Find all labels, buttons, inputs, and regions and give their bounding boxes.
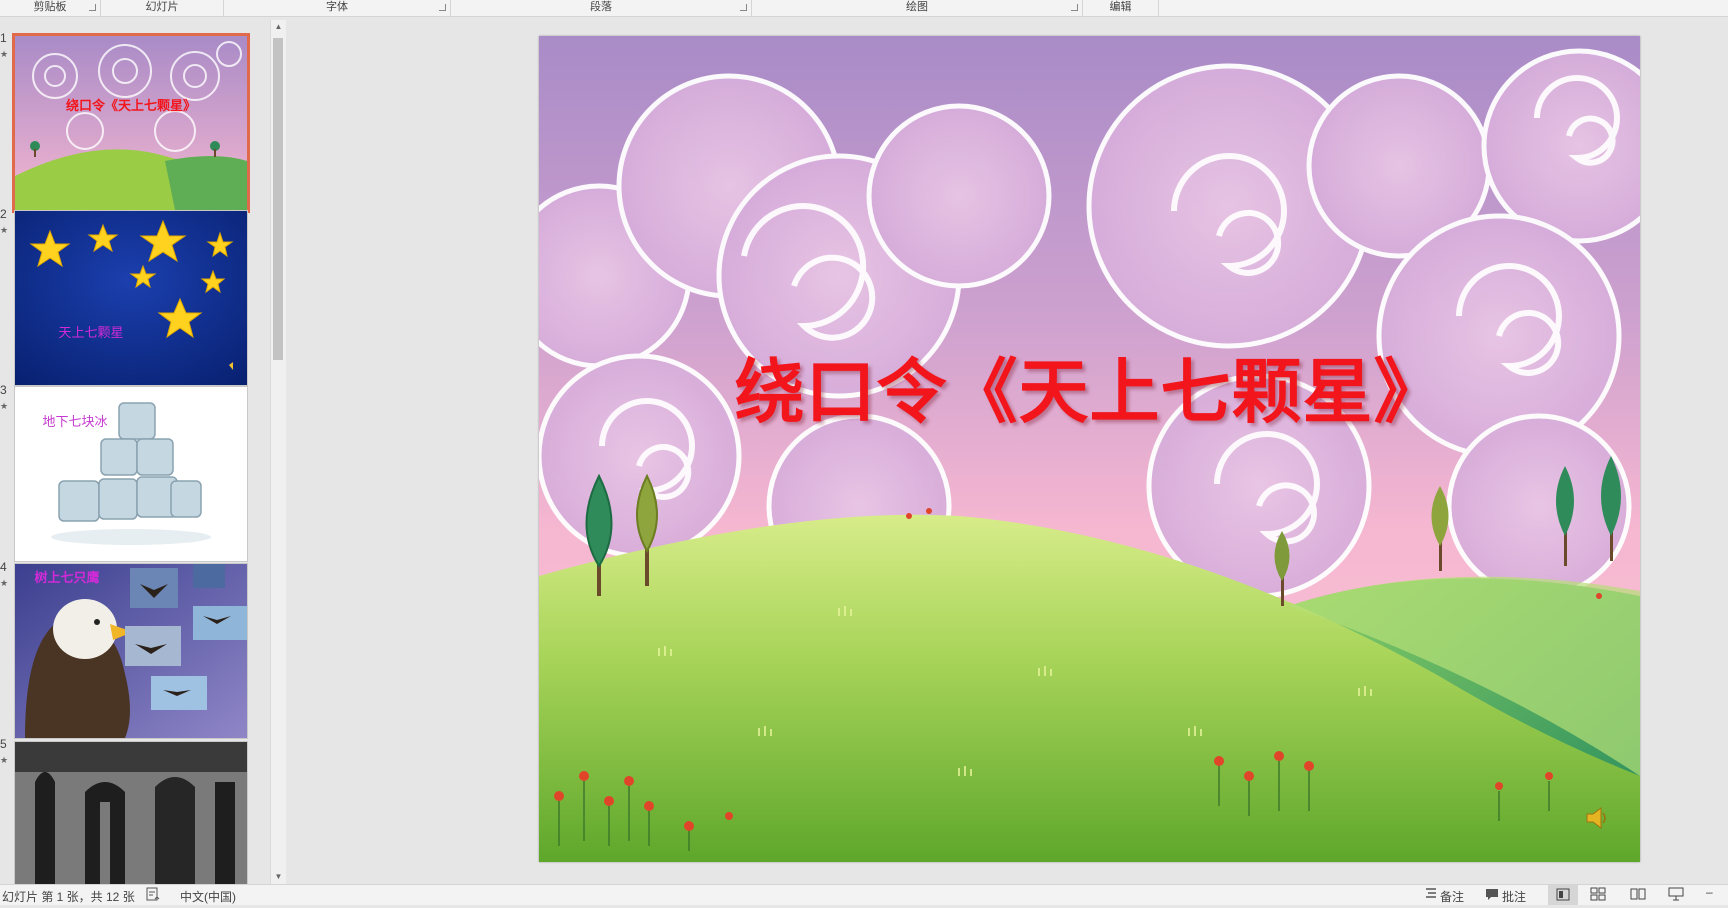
notes-button[interactable]: 备注 bbox=[1440, 888, 1464, 905]
thumbnail-4-art: 树上七只鹰 bbox=[15, 564, 247, 738]
ribbon-group-drawing: 绘图 bbox=[752, 0, 1083, 16]
spellcheck-icon[interactable] bbox=[146, 887, 160, 904]
ribbon-group-label: 段落 bbox=[590, 1, 612, 13]
animation-star-icon: ★ bbox=[0, 401, 9, 411]
slide-background-art bbox=[539, 36, 1640, 862]
thumbnail-number: 1 bbox=[0, 31, 7, 45]
language-indicator[interactable]: 中文(中国) bbox=[180, 888, 236, 905]
thumbnail-1-art: 绕口令《天上七颗星》 bbox=[15, 36, 247, 210]
ribbon-group-editing: 编辑 bbox=[1083, 0, 1159, 16]
slide-thumbnail-2[interactable]: 天上七颗星 bbox=[14, 210, 248, 386]
animation-star-icon: ★ bbox=[0, 225, 9, 235]
slide-counter: 幻灯片 第 1 张，共 12 张 bbox=[2, 890, 135, 904]
normal-view-button[interactable] bbox=[1548, 885, 1578, 905]
dialog-launcher-icon[interactable] bbox=[89, 4, 96, 11]
thumbnail-scrollbar[interactable]: ▲ ▼ bbox=[270, 20, 286, 884]
slide-thumbnail-1[interactable]: 绕口令《天上七颗星》 bbox=[12, 33, 250, 213]
slideshow-view-icon[interactable] bbox=[1668, 887, 1684, 904]
ribbon-group-label: 剪贴板 bbox=[33, 1, 67, 13]
notes-icon[interactable] bbox=[1425, 887, 1437, 904]
thumbnail-3-art: 地下七块冰 bbox=[15, 387, 247, 561]
thumbnail-2-art: 天上七颗星 bbox=[15, 211, 247, 385]
ribbon-group-label: 编辑 bbox=[1109, 1, 1132, 13]
thumbnail-number: 5 bbox=[0, 737, 7, 751]
thumbnail-title: 天上七颗星 bbox=[58, 326, 123, 341]
animation-star-icon: ★ bbox=[0, 755, 9, 765]
ribbon-group-font: 字体 bbox=[224, 0, 451, 16]
scrollbar-thumb[interactable] bbox=[273, 38, 283, 360]
slide-thumbnail-3[interactable]: 地下七块冰 bbox=[14, 386, 248, 562]
dialog-launcher-icon[interactable] bbox=[439, 4, 446, 11]
slide-thumbnails-pane: 1 ★ 绕口令《天上七颗星》 2 ★ 天上七颗星 3 ★ 地下七块冰 4 ★ 树… bbox=[0, 17, 262, 893]
ribbon-group-label: 字体 bbox=[326, 1, 348, 13]
comments-button[interactable]: 批注 bbox=[1502, 888, 1526, 905]
thumbnail-number: 2 bbox=[0, 207, 7, 221]
animation-star-icon: ★ bbox=[0, 578, 9, 588]
main-slide-canvas[interactable]: 绕口令《天上七颗星》 bbox=[539, 36, 1640, 862]
ribbon-group-paragraph: 段落 bbox=[451, 0, 752, 16]
animation-star-icon: ★ bbox=[0, 49, 9, 59]
slide-thumbnail-4[interactable]: 树上七只鹰 bbox=[14, 563, 248, 739]
thumbnail-title: 地下七块冰 bbox=[42, 415, 107, 430]
thumbnail-number: 3 bbox=[0, 383, 7, 397]
status-bar: 幻灯片 第 1 张，共 12 张 中文(中国) 备注 批注 – bbox=[0, 884, 1728, 905]
comments-icon[interactable] bbox=[1485, 887, 1499, 904]
slide-title[interactable]: 绕口令《天上七颗星》 bbox=[539, 336, 1640, 437]
ribbon-group-label: 幻灯片 bbox=[145, 1, 179, 13]
thumbnail-number: 4 bbox=[0, 560, 7, 574]
slide-thumbnail-5[interactable] bbox=[14, 741, 248, 893]
reading-view-icon[interactable] bbox=[1630, 887, 1646, 904]
scroll-up-arrow-icon[interactable]: ▲ bbox=[271, 20, 286, 34]
ribbon-group-clipboard: 剪贴板 bbox=[0, 0, 101, 16]
zoom-out-icon[interactable]: – bbox=[1706, 885, 1713, 899]
ribbon-group-label: 绘图 bbox=[906, 1, 928, 13]
scroll-down-arrow-icon[interactable]: ▼ bbox=[271, 870, 286, 884]
dialog-launcher-icon[interactable] bbox=[740, 4, 747, 11]
ribbon-group-slides: 幻灯片 bbox=[101, 0, 224, 16]
speaker-icon[interactable] bbox=[1584, 805, 1610, 836]
thumbnail-title: 树上七只鹰 bbox=[34, 570, 99, 586]
thumbnail-5-art bbox=[15, 742, 247, 892]
thumbnail-title: 绕口令《天上七颗星》 bbox=[66, 98, 196, 114]
dialog-launcher-icon[interactable] bbox=[1071, 4, 1078, 11]
ribbon-group-bar: 剪贴板 幻灯片 字体 段落 绘图 编辑 bbox=[0, 0, 1728, 17]
slide-sorter-view-icon[interactable] bbox=[1590, 887, 1606, 904]
